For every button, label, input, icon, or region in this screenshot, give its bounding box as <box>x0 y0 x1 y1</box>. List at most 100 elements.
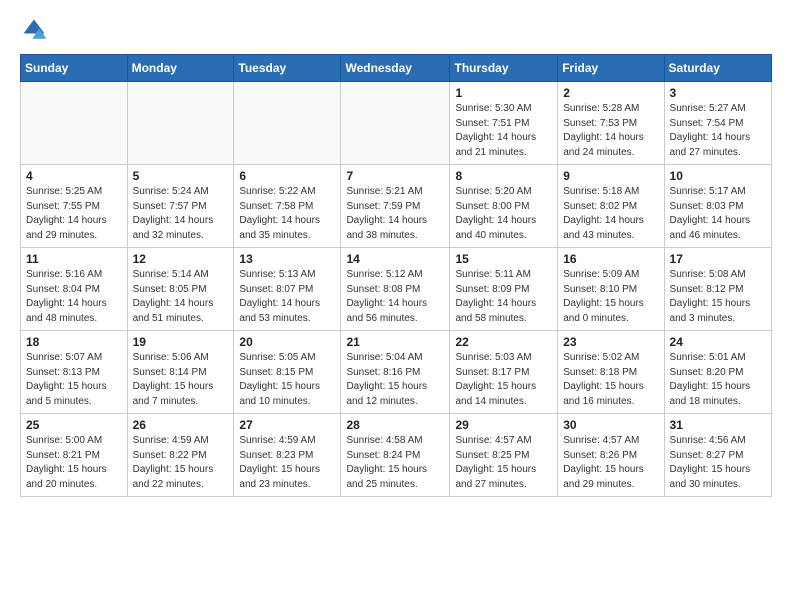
calendar-cell: 24 Sunrise: 5:01 AMSunset: 8:20 PMDayligh… <box>664 331 771 414</box>
day-number: 20 <box>239 335 335 349</box>
day-number: 30 <box>563 418 658 432</box>
logo-icon <box>20 16 48 44</box>
day-info: Sunrise: 5:25 AMSunset: 7:55 PMDaylight:… <box>26 185 122 243</box>
day-info: Sunrise: 5:20 AMSunset: 8:00 PMDaylight:… <box>455 185 552 243</box>
day-number: 3 <box>670 86 766 100</box>
calendar-cell: 11 Sunrise: 5:16 AMSunset: 8:04 PMDayligh… <box>21 248 128 331</box>
day-info: Sunrise: 5:30 AMSunset: 7:51 PMDaylight:… <box>455 102 552 160</box>
day-number: 18 <box>26 335 122 349</box>
calendar-table: SundayMondayTuesdayWednesdayThursdayFrid… <box>20 54 772 497</box>
calendar-cell: 26 Sunrise: 4:59 AMSunset: 8:22 PMDayligh… <box>127 414 234 497</box>
day-number: 25 <box>26 418 122 432</box>
day-info: Sunrise: 4:57 AMSunset: 8:25 PMDaylight:… <box>455 434 552 492</box>
day-info: Sunrise: 4:59 AMSunset: 8:23 PMDaylight:… <box>239 434 335 492</box>
calendar-cell: 7 Sunrise: 5:21 AMSunset: 7:59 PMDaylight… <box>341 165 450 248</box>
day-number: 6 <box>239 169 335 183</box>
calendar-cell: 23Sunrise: 5:02 AMSunset: 8:18 PMDayligh… <box>558 331 664 414</box>
day-info: Sunrise: 4:58 AMSunset: 8:24 PMDaylight:… <box>346 434 444 492</box>
weekday-header-sunday: Sunday <box>21 55 128 82</box>
calendar-cell: 29 Sunrise: 4:57 AMSunset: 8:25 PMDayligh… <box>450 414 558 497</box>
logo <box>20 16 50 44</box>
calendar-cell: 3 Sunrise: 5:27 AMSunset: 7:54 PMDaylight… <box>664 82 771 165</box>
day-number: 9 <box>563 169 658 183</box>
calendar-cell: 8 Sunrise: 5:20 AMSunset: 8:00 PMDaylight… <box>450 165 558 248</box>
calendar-cell: 6 Sunrise: 5:22 AMSunset: 7:58 PMDaylight… <box>234 165 341 248</box>
day-number: 10 <box>670 169 766 183</box>
calendar-header-row: SundayMondayTuesdayWednesdayThursdayFrid… <box>21 55 772 82</box>
day-info: Sunrise: 5:22 AMSunset: 7:58 PMDaylight:… <box>239 185 335 243</box>
calendar-cell: 1 Sunrise: 5:30 AMSunset: 7:51 PMDaylight… <box>450 82 558 165</box>
day-number: 24 <box>670 335 766 349</box>
day-number: 16 <box>563 252 658 266</box>
calendar-week-4: 18 Sunrise: 5:07 AMSunset: 8:13 PMDayligh… <box>21 331 772 414</box>
day-info: Sunrise: 5:17 AMSunset: 8:03 PMDaylight:… <box>670 185 766 243</box>
calendar-week-5: 25 Sunrise: 5:00 AMSunset: 8:21 PMDayligh… <box>21 414 772 497</box>
day-info: Sunrise: 5:21 AMSunset: 7:59 PMDaylight:… <box>346 185 444 243</box>
day-info: Sunrise: 5:06 AMSunset: 8:14 PMDaylight:… <box>133 351 229 409</box>
day-number: 11 <box>26 252 122 266</box>
day-number: 17 <box>670 252 766 266</box>
day-number: 15 <box>455 252 552 266</box>
weekday-header-wednesday: Wednesday <box>341 55 450 82</box>
weekday-header-saturday: Saturday <box>664 55 771 82</box>
calendar-cell <box>341 82 450 165</box>
calendar-cell: 25 Sunrise: 5:00 AMSunset: 8:21 PMDayligh… <box>21 414 128 497</box>
day-number: 29 <box>455 418 552 432</box>
day-number: 22 <box>455 335 552 349</box>
day-info: Sunrise: 4:57 AMSunset: 8:26 PMDaylight:… <box>563 434 658 492</box>
day-info: Sunrise: 5:11 AMSunset: 8:09 PMDaylight:… <box>455 268 552 326</box>
day-number: 26 <box>133 418 229 432</box>
day-number: 1 <box>455 86 552 100</box>
calendar-week-3: 11 Sunrise: 5:16 AMSunset: 8:04 PMDayligh… <box>21 248 772 331</box>
calendar-cell: 20Sunrise: 5:05 AMSunset: 8:15 PMDayligh… <box>234 331 341 414</box>
calendar-cell: 18 Sunrise: 5:07 AMSunset: 8:13 PMDayligh… <box>21 331 128 414</box>
day-number: 12 <box>133 252 229 266</box>
day-info: Sunrise: 5:13 AMSunset: 8:07 PMDaylight:… <box>239 268 335 326</box>
calendar-cell: 22 Sunrise: 5:03 AMSunset: 8:17 PMDayligh… <box>450 331 558 414</box>
day-number: 2 <box>563 86 658 100</box>
calendar-cell: 10 Sunrise: 5:17 AMSunset: 8:03 PMDayligh… <box>664 165 771 248</box>
day-info: Sunrise: 5:04 AMSunset: 8:16 PMDaylight:… <box>346 351 444 409</box>
day-info: Sunrise: 4:59 AMSunset: 8:22 PMDaylight:… <box>133 434 229 492</box>
calendar-week-2: 4Sunrise: 5:25 AMSunset: 7:55 PMDaylight… <box>21 165 772 248</box>
day-info: Sunrise: 5:28 AMSunset: 7:53 PMDaylight:… <box>563 102 658 160</box>
calendar-cell: 15 Sunrise: 5:11 AMSunset: 8:09 PMDayligh… <box>450 248 558 331</box>
calendar-cell: 14 Sunrise: 5:12 AMSunset: 8:08 PMDayligh… <box>341 248 450 331</box>
day-info: Sunrise: 5:01 AMSunset: 8:20 PMDaylight:… <box>670 351 766 409</box>
calendar-cell: 4Sunrise: 5:25 AMSunset: 7:55 PMDaylight… <box>21 165 128 248</box>
day-info: Sunrise: 5:24 AMSunset: 7:57 PMDaylight:… <box>133 185 229 243</box>
day-info: Sunrise: 5:27 AMSunset: 7:54 PMDaylight:… <box>670 102 766 160</box>
day-number: 19 <box>133 335 229 349</box>
day-number: 13 <box>239 252 335 266</box>
calendar-cell: 2 Sunrise: 5:28 AMSunset: 7:53 PMDaylight… <box>558 82 664 165</box>
day-info: Sunrise: 5:08 AMSunset: 8:12 PMDaylight:… <box>670 268 766 326</box>
calendar-cell: 9 Sunrise: 5:18 AMSunset: 8:02 PMDaylight… <box>558 165 664 248</box>
day-info: Sunrise: 5:03 AMSunset: 8:17 PMDaylight:… <box>455 351 552 409</box>
weekday-header-monday: Monday <box>127 55 234 82</box>
day-number: 7 <box>346 169 444 183</box>
calendar-cell: 12 Sunrise: 5:14 AMSunset: 8:05 PMDayligh… <box>127 248 234 331</box>
day-info: Sunrise: 5:18 AMSunset: 8:02 PMDaylight:… <box>563 185 658 243</box>
calendar-cell: 5Sunrise: 5:24 AMSunset: 7:57 PMDaylight… <box>127 165 234 248</box>
calendar-cell: 27Sunrise: 4:59 AMSunset: 8:23 PMDayligh… <box>234 414 341 497</box>
day-info: Sunrise: 5:16 AMSunset: 8:04 PMDaylight:… <box>26 268 122 326</box>
header <box>20 16 772 44</box>
calendar-cell <box>127 82 234 165</box>
page: SundayMondayTuesdayWednesdayThursdayFrid… <box>0 0 792 513</box>
calendar-cell: 31Sunrise: 4:56 AMSunset: 8:27 PMDayligh… <box>664 414 771 497</box>
calendar-cell: 13 Sunrise: 5:13 AMSunset: 8:07 PMDayligh… <box>234 248 341 331</box>
day-number: 23 <box>563 335 658 349</box>
calendar-cell <box>21 82 128 165</box>
day-info: Sunrise: 5:00 AMSunset: 8:21 PMDaylight:… <box>26 434 122 492</box>
day-info: Sunrise: 5:14 AMSunset: 8:05 PMDaylight:… <box>133 268 229 326</box>
day-info: Sunrise: 5:12 AMSunset: 8:08 PMDaylight:… <box>346 268 444 326</box>
day-number: 14 <box>346 252 444 266</box>
weekday-header-tuesday: Tuesday <box>234 55 341 82</box>
calendar-cell: 21Sunrise: 5:04 AMSunset: 8:16 PMDayligh… <box>341 331 450 414</box>
weekday-header-friday: Friday <box>558 55 664 82</box>
day-info: Sunrise: 5:07 AMSunset: 8:13 PMDaylight:… <box>26 351 122 409</box>
day-number: 8 <box>455 169 552 183</box>
calendar-cell <box>234 82 341 165</box>
calendar-week-1: 1 Sunrise: 5:30 AMSunset: 7:51 PMDaylight… <box>21 82 772 165</box>
day-info: Sunrise: 5:09 AMSunset: 8:10 PMDaylight:… <box>563 268 658 326</box>
